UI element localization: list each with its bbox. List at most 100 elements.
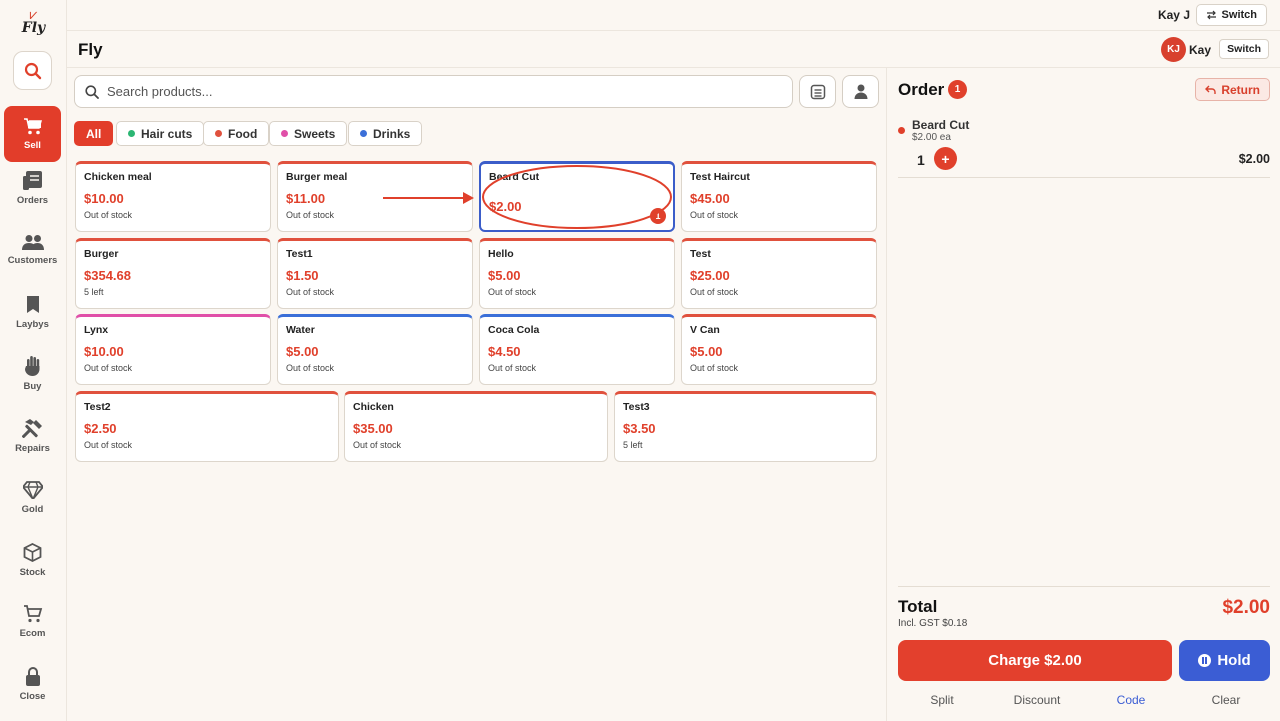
sidebar-item-stock[interactable]: Stock — [4, 532, 61, 588]
sidebar-item-label: Sell — [24, 139, 41, 151]
sidebar-item-ecom[interactable]: Ecom — [4, 594, 61, 650]
product-card[interactable]: V Can $5.00 Out of stock — [681, 314, 877, 385]
sidebar-item-close[interactable]: Close — [4, 656, 61, 712]
product-card[interactable]: Water $5.00 Out of stock — [277, 314, 473, 385]
product-card[interactable]: Chicken meal $10.00 Out of stock — [75, 161, 271, 232]
category-dot — [215, 130, 222, 137]
product-price: $5.00 — [488, 268, 521, 283]
product-card[interactable]: Test1 $1.50 Out of stock — [277, 238, 473, 309]
line-item-unit-price: $2.00 ea — [912, 132, 951, 143]
product-stock: Out of stock — [690, 210, 739, 220]
sidebar-item-repairs[interactable]: Repairs — [4, 408, 61, 464]
category-chip-drinks[interactable]: Drinks — [348, 121, 423, 146]
sidebar-item-label: Stock — [19, 566, 46, 578]
product-price: $25.00 — [690, 268, 730, 283]
sidebar-item-buy[interactable]: Buy — [4, 346, 61, 402]
product-stock: Out of stock — [286, 363, 335, 373]
product-name: Test Haircut — [690, 171, 750, 183]
product-price: $10.00 — [84, 191, 124, 206]
product-card[interactable]: Burger meal $11.00 Out of stock — [277, 161, 473, 232]
product-stock: Out of stock — [690, 287, 739, 297]
top-switch-button[interactable]: Switch — [1195, 4, 1267, 26]
product-card[interactable]: Lynx $10.00 Out of stock — [75, 314, 271, 385]
product-price: $2.00 — [489, 199, 522, 214]
sidebar-search-button[interactable] — [13, 51, 52, 90]
code-link[interactable]: Code — [1091, 693, 1171, 707]
product-card[interactable]: Test $25.00 Out of stock — [681, 238, 877, 309]
avatar[interactable]: KJ — [1161, 37, 1186, 62]
customer-select-button[interactable] — [842, 75, 879, 108]
discount-link[interactable]: Discount — [997, 693, 1077, 707]
sidebar-item-label: Buy — [23, 381, 42, 392]
sidebar-item-customers[interactable]: Customers — [4, 222, 61, 278]
category-dot — [128, 130, 135, 137]
header-switch-button[interactable]: Switch — [1219, 39, 1269, 59]
product-card[interactable]: Test2 $2.50 Out of stock — [75, 391, 339, 462]
product-price: $35.00 — [353, 421, 393, 436]
gst-label: Incl. GST $0.18 — [898, 618, 968, 629]
line-item-dot — [898, 127, 905, 134]
category-chip-all[interactable]: All — [74, 121, 114, 146]
chip-label: Food — [228, 126, 258, 141]
return-icon — [1205, 85, 1217, 94]
search-icon — [24, 62, 41, 79]
diamond-icon — [22, 481, 43, 499]
split-link[interactable]: Split — [902, 693, 982, 707]
product-price: $5.00 — [286, 344, 319, 359]
sidebar: ⩗ Fly Sell Orders Customers Laybys Buy R… — [0, 0, 67, 721]
chip-label: Drinks — [373, 126, 411, 141]
product-card[interactable]: Chicken $35.00 Out of stock — [344, 391, 608, 462]
product-name: Test1 — [286, 248, 313, 260]
sidebar-item-orders[interactable]: Orders — [4, 160, 61, 216]
category-dot — [360, 130, 367, 137]
product-stock: 5 left — [623, 440, 643, 450]
sidebar-item-label: Laybys — [16, 318, 49, 330]
hold-button[interactable]: Hold — [1179, 640, 1270, 681]
order-count-badge: 1 — [948, 80, 967, 99]
orders-icon — [22, 170, 42, 190]
product-card[interactable]: Hello $5.00 Out of stock — [479, 238, 675, 309]
product-price: $4.50 — [488, 344, 521, 359]
line-item-qty[interactable]: 1 — [917, 152, 925, 168]
category-chip-food[interactable]: Food — [203, 121, 270, 146]
person-icon — [854, 84, 867, 99]
product-stock: Out of stock — [84, 440, 133, 450]
sidebar-item-label: Repairs — [15, 442, 50, 454]
return-label: Return — [1221, 82, 1260, 97]
category-dot — [281, 130, 288, 137]
product-price: $3.50 — [623, 421, 656, 436]
product-stock: 5 left — [84, 287, 104, 297]
hand-icon — [25, 356, 40, 376]
product-name: Test3 — [623, 401, 650, 413]
app-logo[interactable]: ⩗ Fly — [0, 7, 67, 44]
sidebar-item-gold[interactable]: Gold — [4, 470, 61, 526]
product-price: $45.00 — [690, 191, 730, 206]
clear-link[interactable]: Clear — [1186, 693, 1266, 707]
product-card[interactable]: Test3 $3.50 5 left — [614, 391, 877, 462]
product-card[interactable]: Coca Cola $4.50 Out of stock — [479, 314, 675, 385]
swap-icon — [1206, 10, 1216, 20]
product-card-selected[interactable]: Beard Cut $2.00 1 — [479, 161, 675, 232]
product-price: $11.00 — [286, 191, 326, 206]
product-name: Water — [286, 324, 315, 336]
search-input[interactable] — [107, 84, 707, 99]
sidebar-item-laybys[interactable]: Laybys — [4, 284, 61, 340]
product-search[interactable] — [74, 75, 793, 108]
line-item-total: $2.00 — [1238, 152, 1270, 166]
barcode-scan-button[interactable] — [799, 75, 836, 108]
product-stock: Out of stock — [353, 440, 402, 450]
increment-qty-button[interactable]: + — [934, 147, 957, 170]
order-line-item[interactable]: Beard Cut $2.00 ea 1 + $2.00 — [898, 115, 1270, 178]
product-card[interactable]: Test Haircut $45.00 Out of stock — [681, 161, 877, 232]
category-chip-sweets[interactable]: Sweets — [269, 121, 348, 146]
charge-button[interactable]: Charge $2.00 — [898, 640, 1172, 681]
category-chip-hair-cuts[interactable]: Hair cuts — [116, 121, 205, 146]
sidebar-item-sell[interactable]: Sell — [4, 106, 61, 162]
scan-icon — [810, 84, 825, 99]
return-button[interactable]: Return — [1195, 78, 1270, 101]
current-user-name: Kay J — [1157, 8, 1190, 22]
cart-qty-badge: 1 — [650, 208, 666, 224]
product-name: Coca Cola — [488, 324, 540, 336]
product-card[interactable]: Burger $354.68 5 left — [75, 238, 271, 309]
product-price: $1.50 — [286, 268, 319, 283]
